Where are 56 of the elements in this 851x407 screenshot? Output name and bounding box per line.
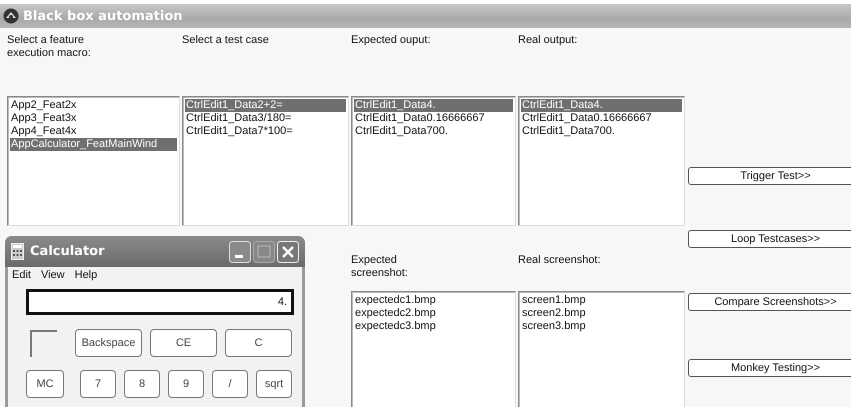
list-item[interactable]: CtrlEdit1_Data700. bbox=[354, 125, 513, 138]
calculator-key[interactable]: Backspace bbox=[75, 329, 142, 357]
list-item[interactable]: App3_Feat3x bbox=[10, 112, 177, 125]
list-item[interactable]: CtrlEdit1_Data4. bbox=[354, 99, 513, 112]
list-box[interactable]: screen1.bmp screen2.bmp screen3.bmp bbox=[518, 291, 685, 407]
list-item[interactable]: App2_Feat2x bbox=[10, 99, 177, 112]
list-item[interactable]: expectedc3.bmp bbox=[354, 320, 513, 333]
list-box[interactable]: expectedc1.bmp expectedc2.bmp expectedc3.bmp bbox=[351, 291, 516, 407]
calculator-key[interactable]: 7 bbox=[80, 370, 116, 398]
column-label: Real output: bbox=[518, 34, 578, 46]
list-item[interactable]: CtrlEdit1_Data7*100= bbox=[185, 125, 346, 138]
maximize-icon bbox=[253, 240, 275, 262]
calculator-key[interactable]: 8 bbox=[124, 370, 160, 398]
list-item[interactable]: CtrlEdit1_Data3/180= bbox=[185, 112, 346, 125]
list-item[interactable]: screen2.bmp bbox=[521, 307, 682, 320]
calculator-key[interactable]: sqrt bbox=[256, 370, 292, 398]
list-item[interactable]: expectedc2.bmp bbox=[354, 307, 513, 320]
calculator-key[interactable]: 9 bbox=[168, 370, 204, 398]
close-icon[interactable] bbox=[277, 240, 299, 262]
list-box[interactable]: App2_Feat2x App3_Feat3x App4_Feat4x AppCalculator_FeatMainWind bbox=[7, 96, 180, 226]
list-box[interactable]: CtrlEdit1_Data4. CtrlEdit1_Data0.16666667 CtrlEdit1_Data700. bbox=[351, 96, 516, 226]
list-item[interactable]: App4_Feat4x bbox=[10, 125, 177, 138]
memory-indicator bbox=[30, 330, 57, 356]
list-item[interactable]: AppCalculator_FeatMainWind bbox=[10, 138, 177, 151]
column-label: Expected ouput: bbox=[351, 34, 431, 46]
list-item[interactable]: screen3.bmp bbox=[521, 320, 682, 333]
calculator-key[interactable]: MC bbox=[26, 370, 64, 398]
calculator-display: 4. bbox=[26, 289, 294, 315]
list-box[interactable]: CtrlEdit1_Data2+2= CtrlEdit1_Data3/180= CtrlEdit1_Data7*100= bbox=[182, 96, 349, 226]
column-label: Real screenshot: bbox=[518, 254, 601, 266]
column-label: Select a feature execution macro: bbox=[7, 34, 91, 59]
monkey-testing-button[interactable]: Monkey Testing>> bbox=[688, 359, 851, 377]
menu-item[interactable]: Edit bbox=[12, 269, 31, 283]
app-icon bbox=[3, 8, 19, 24]
list-item[interactable]: screen1.bmp bbox=[521, 294, 682, 307]
menu-item[interactable]: View bbox=[40, 269, 65, 283]
compare-screenshots-button[interactable]: Compare Screenshots>> bbox=[688, 293, 851, 311]
list-item[interactable]: CtrlEdit1_Data700. bbox=[521, 125, 682, 138]
trigger-test-button[interactable]: Trigger Test>> bbox=[688, 167, 851, 185]
list-item[interactable]: CtrlEdit1_Data0.16666667 bbox=[521, 112, 682, 125]
list-item[interactable]: CtrlEdit1_Data2+2= bbox=[185, 99, 346, 112]
loop-testcases-button[interactable]: Loop Testcases>> bbox=[688, 230, 851, 248]
list-item[interactable]: CtrlEdit1_Data0.16666667 bbox=[354, 112, 513, 125]
calculator-title: Calculator bbox=[30, 244, 105, 259]
column-label: Expected screenshot: bbox=[351, 254, 408, 279]
minimize-icon[interactable] bbox=[229, 240, 251, 262]
calculator-icon bbox=[11, 243, 24, 260]
column-label: Select a test case bbox=[182, 34, 269, 46]
list-item[interactable]: CtrlEdit1_Data4. bbox=[521, 99, 682, 112]
calculator-key[interactable]: CE bbox=[150, 329, 217, 357]
calculator-key[interactable]: / bbox=[212, 370, 248, 398]
list-box[interactable]: CtrlEdit1_Data4. CtrlEdit1_Data0.16666667 CtrlEdit1_Data700. bbox=[518, 96, 685, 226]
window-title: Black box automation bbox=[23, 8, 183, 24]
list-item[interactable]: expectedc1.bmp bbox=[354, 294, 513, 307]
calculator-key[interactable]: C bbox=[225, 329, 292, 357]
menu-item[interactable]: Help bbox=[74, 269, 98, 283]
